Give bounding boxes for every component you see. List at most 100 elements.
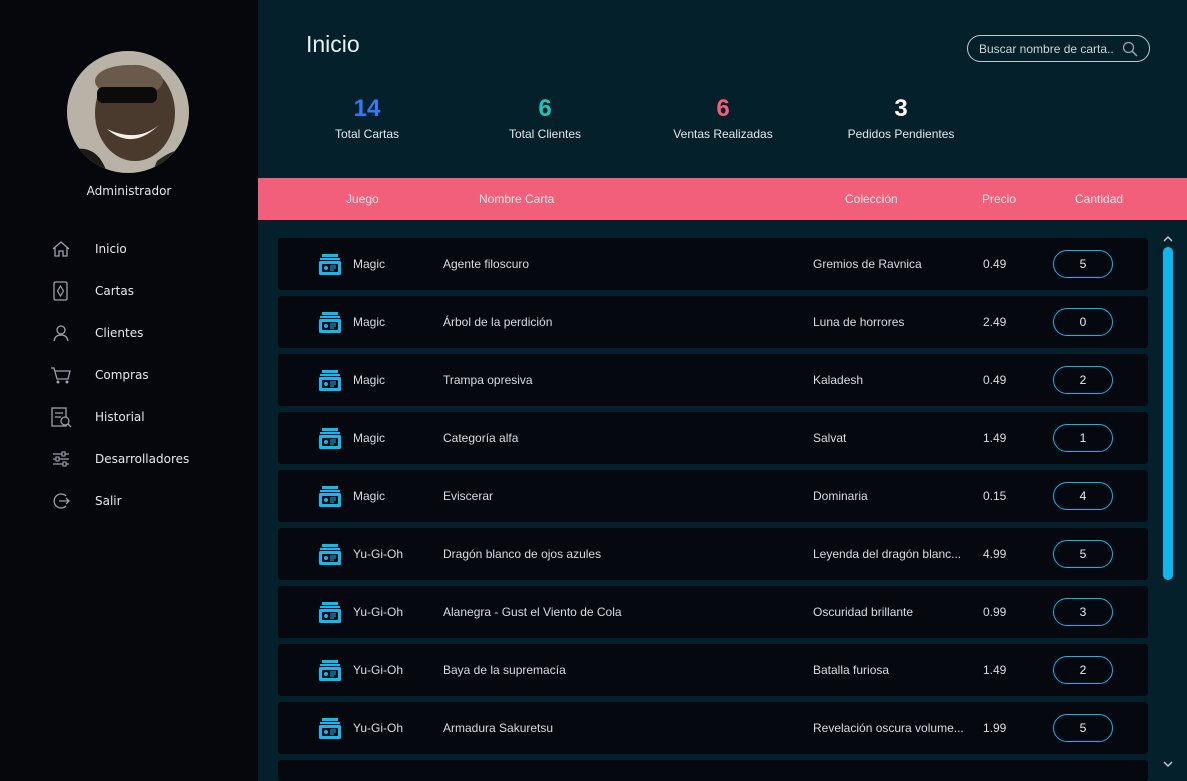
card-game-icon <box>319 312 341 333</box>
card-game-icon <box>319 428 341 449</box>
table-row[interactable]: Magic Categoría alfa Salvat 1.49 1 <box>278 412 1148 464</box>
card-game-icon <box>319 254 341 275</box>
stat-label: Pedidos Pendientes <box>847 127 955 141</box>
column-header-cantidad[interactable]: Cantidad <box>1075 192 1123 206</box>
sidebar-item-historial[interactable]: Historial <box>0 396 258 438</box>
sidebar-item-inicio[interactable]: Inicio <box>0 228 258 270</box>
cell-price: 1.99 <box>983 721 1007 735</box>
stat-total-clientes: 6 Total Clientes <box>465 93 625 141</box>
cell-card-name: Trampa opresiva <box>443 373 533 387</box>
table-header: Juego Nombre Carta Colección Precio Cant… <box>258 178 1187 220</box>
card-game-icon <box>319 718 341 739</box>
search-input[interactable] <box>979 41 1119 56</box>
logout-icon <box>50 490 72 512</box>
cell-game: Magic <box>353 431 386 445</box>
table-row[interactable]: Yu-Gi-Oh Armadura Sakuretsu Revelación o… <box>278 702 1148 754</box>
cell-card-name: Categoría alfa <box>443 431 519 445</box>
table-row[interactable]: Magic Árbol de la perdición Luna de horr… <box>278 296 1148 348</box>
table-row[interactable]: Yu-Gi-Oh Baya de la supremacía Batalla f… <box>278 644 1148 696</box>
stat-label: Total Cartas <box>334 127 400 141</box>
sliders-icon <box>50 448 72 470</box>
cell-collection: Revelación oscura volume... <box>813 721 964 735</box>
user-role-label: Administrador <box>86 184 172 198</box>
cell-collection: Dominaria <box>813 489 868 503</box>
cell-collection: Luna de horrores <box>813 315 905 329</box>
user-icon <box>50 322 72 344</box>
cell-game: Magic <box>353 373 386 387</box>
quantity-pill[interactable]: 4 <box>1053 482 1113 510</box>
sidebar-item-salir[interactable]: Salir <box>0 480 258 522</box>
quantity-pill[interactable]: 5 <box>1053 714 1113 742</box>
cell-game: Magic <box>353 489 386 503</box>
scroll-up-icon[interactable] <box>1163 235 1173 243</box>
cell-game: Magic <box>353 257 386 271</box>
quantity-pill[interactable]: 2 <box>1053 366 1113 394</box>
column-header-juego[interactable]: Juego <box>346 192 379 206</box>
quantity-pill[interactable]: 1 <box>1053 424 1113 452</box>
card-game-icon <box>319 660 341 681</box>
stat-value: 6 <box>716 95 730 122</box>
stat-value: 3 <box>894 95 908 122</box>
quantity-pill[interactable]: 3 <box>1053 598 1113 626</box>
search-icon[interactable] <box>1122 41 1138 57</box>
cell-card-name: Agente filoscuro <box>443 257 530 271</box>
cards-icon <box>50 280 72 302</box>
cell-price: 1.49 <box>983 431 1007 445</box>
sidebar-item-label: Inicio <box>95 242 127 256</box>
cell-price: 4.99 <box>983 547 1007 561</box>
cell-collection: Leyenda del dragón blanc... <box>813 547 962 561</box>
scroll-down-icon[interactable] <box>1163 760 1173 768</box>
cell-card-name: Eviscerar <box>443 489 494 503</box>
stat-value: 6 <box>538 95 552 122</box>
card-game-icon <box>319 486 341 507</box>
quantity-pill[interactable]: 2 <box>1053 656 1113 684</box>
quantity-pill[interactable]: 5 <box>1053 250 1113 278</box>
stat-pedidos-pendientes: 3 Pedidos Pendientes <box>821 93 981 141</box>
table-row[interactable]: Magic Trampa opresiva Kaladesh 0.49 2 <box>278 354 1148 406</box>
main-content: Inicio 14 Total Cartas 6 Total Clientes … <box>258 0 1187 781</box>
quantity-pill[interactable]: 0 <box>1053 308 1113 336</box>
column-header-precio[interactable]: Precio <box>982 192 1016 206</box>
sidebar: Administrador Inicio Cartas Clientes Com… <box>0 0 258 781</box>
cell-card-name: Armadura Sakuretsu <box>443 721 554 735</box>
sidebar-item-desarrolladores[interactable]: Desarrolladores <box>0 438 258 480</box>
cell-game: Yu-Gi-Oh <box>353 721 404 735</box>
table-row-partial[interactable] <box>278 760 1148 781</box>
cell-collection: Salvat <box>813 431 847 445</box>
cell-collection: Kaladesh <box>813 373 864 387</box>
cell-game: Yu-Gi-Oh <box>353 605 404 619</box>
cell-card-name: Baya de la supremacía <box>443 663 566 677</box>
cell-game: Yu-Gi-Oh <box>353 547 404 561</box>
sidebar-item-cartas[interactable]: Cartas <box>0 270 258 312</box>
column-header-coleccion[interactable]: Colección <box>845 192 898 206</box>
sidebar-item-label: Clientes <box>95 326 144 340</box>
sidebar-item-label: Historial <box>95 410 145 424</box>
search-box[interactable] <box>967 35 1150 62</box>
sidebar-nav: Inicio Cartas Clientes Compras Historial <box>0 228 258 522</box>
cell-card-name: Alanegra - Gust el Viento de Cola <box>443 605 622 619</box>
card-game-icon <box>319 544 341 565</box>
table-row[interactable]: Magic Eviscerar Dominaria 0.15 4 <box>278 470 1148 522</box>
scrollbar-thumb[interactable] <box>1163 247 1173 580</box>
cell-price: 0.49 <box>983 373 1007 387</box>
table-row[interactable]: Yu-Gi-Oh Alanegra - Gust el Viento de Co… <box>278 586 1148 638</box>
cell-price: 0.49 <box>983 257 1007 271</box>
table-row[interactable]: Magic Agente filoscuro Gremios de Ravnic… <box>278 238 1148 290</box>
cell-game: Magic <box>353 315 386 329</box>
quantity-pill[interactable]: 5 <box>1053 540 1113 568</box>
sidebar-item-clientes[interactable]: Clientes <box>0 312 258 354</box>
sidebar-item-label: Cartas <box>95 284 134 298</box>
sidebar-item-label: Salir <box>95 494 122 508</box>
stat-ventas-realizadas: 6 Ventas Realizadas <box>643 93 803 141</box>
column-header-nombre[interactable]: Nombre Carta <box>479 192 554 206</box>
sidebar-item-compras[interactable]: Compras <box>0 354 258 396</box>
stat-label: Total Clientes <box>508 127 582 141</box>
cell-collection: Gremios de Ravnica <box>813 257 922 271</box>
page-title: Inicio <box>306 31 360 57</box>
cell-price: 0.15 <box>983 489 1007 503</box>
avatar <box>67 51 189 173</box>
table-row[interactable]: Yu-Gi-Oh Dragón blanco de ojos azules Le… <box>278 528 1148 580</box>
cart-icon <box>50 364 72 386</box>
cell-card-name: Árbol de la perdición <box>443 315 553 329</box>
stat-label: Ventas Realizadas <box>673 127 773 141</box>
